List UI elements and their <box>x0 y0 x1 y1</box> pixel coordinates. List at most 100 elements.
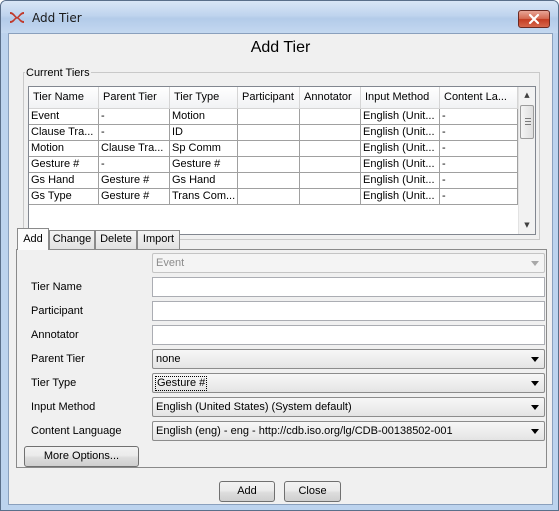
column-header[interactable]: Input Method <box>361 87 440 109</box>
table-cell: Event <box>29 109 99 125</box>
table-scrollbar[interactable]: ▲ ▼ <box>518 87 535 234</box>
current-tiers-label: Current Tiers <box>25 67 91 79</box>
column-header[interactable]: Tier Type <box>170 87 238 109</box>
table-cell: Motion <box>170 109 238 125</box>
elan-app-icon <box>10 12 24 23</box>
table-cell: - <box>440 125 518 141</box>
table-row[interactable]: Gesture # - Gesture # English (Unit... - <box>29 157 518 173</box>
table-cell: English (Unit... <box>361 189 440 205</box>
table-row[interactable]: Event - Motion English (Unit... - <box>29 109 518 125</box>
table-cell: English (Unit... <box>361 173 440 189</box>
table-cell: - <box>440 141 518 157</box>
chevron-down-icon <box>531 261 539 266</box>
column-header[interactable]: Content La... <box>440 87 518 109</box>
table-cell: - <box>440 173 518 189</box>
table-cell: - <box>440 189 518 205</box>
content-language-value: English (eng) - eng - http://cdb.iso.org… <box>156 425 453 437</box>
participant-label: Participant <box>31 305 83 317</box>
tier-selector-value: Event <box>156 257 185 269</box>
annotator-input[interactable] <box>152 325 545 345</box>
table-cell <box>300 157 361 173</box>
tab-import[interactable]: Import <box>137 230 180 249</box>
tier-type-dropdown[interactable]: Gesture # <box>152 373 545 393</box>
table-cell: Gesture # <box>29 157 99 173</box>
title-bar[interactable]: Add Tier <box>1 1 558 33</box>
table-cell: Motion <box>29 141 99 157</box>
tier-selector-dropdown: Event <box>152 253 545 273</box>
table-cell: - <box>99 125 170 141</box>
content-language-dropdown[interactable]: English (eng) - eng - http://cdb.iso.org… <box>152 421 545 441</box>
table-header: Tier Name Parent Tier Tier Type Particip… <box>29 87 518 109</box>
chevron-down-icon <box>531 357 539 362</box>
tier-type-label: Tier Type <box>31 377 77 389</box>
content-language-label: Content Language <box>31 425 122 437</box>
table-cell: - <box>99 109 170 125</box>
table-cell: English (Unit... <box>361 141 440 157</box>
table-cell <box>300 173 361 189</box>
table-cell: Gs Type <box>29 189 99 205</box>
table-cell <box>300 109 361 125</box>
window-close-button[interactable] <box>518 10 550 28</box>
table-cell <box>238 189 300 205</box>
tab-delete[interactable]: Delete <box>95 230 137 249</box>
grip-line <box>525 118 531 119</box>
scrollbar-thumb[interactable] <box>520 105 534 139</box>
table-row[interactable]: Gs Hand Gesture # Gs Hand English (Unit.… <box>29 173 518 189</box>
grip-line <box>525 124 531 125</box>
add-tab-panel: Event Tier Name Participant Annotator Pa… <box>16 249 547 468</box>
scroll-down-icon[interactable]: ▼ <box>519 217 535 234</box>
table-row[interactable]: Motion Clause Tra... Sp Comm English (Un… <box>29 141 518 157</box>
column-header[interactable]: Tier Name <box>29 87 99 109</box>
tier-name-label: Tier Name <box>31 281 82 293</box>
close-icon <box>528 13 540 25</box>
tab-change[interactable]: Change <box>49 230 95 249</box>
table-cell: Gesture # <box>99 189 170 205</box>
annotator-label: Annotator <box>31 329 79 341</box>
table-cell: Gesture # <box>99 173 170 189</box>
more-options-button[interactable]: More Options... <box>24 446 139 467</box>
close-button[interactable]: Close <box>284 481 341 502</box>
table-cell: English (Unit... <box>361 109 440 125</box>
table-cell: Gesture # <box>170 157 238 173</box>
table-cell: - <box>440 109 518 125</box>
input-method-label: Input Method <box>31 401 96 413</box>
table-cell: - <box>99 157 170 173</box>
input-method-value: English (United States) (System default) <box>156 401 352 413</box>
tab-add[interactable]: Add <box>17 228 49 250</box>
current-tiers-table[interactable]: Tier Name Parent Tier Tier Type Particip… <box>28 86 536 235</box>
table-cell <box>238 125 300 141</box>
dialog-window: Add Tier Add Tier Current Tiers Tier Nam… <box>0 0 559 511</box>
chevron-down-icon <box>531 429 539 434</box>
table-row[interactable]: Gs Type Gesture # Trans Com... English (… <box>29 189 518 205</box>
table-cell: Clause Tra... <box>29 125 99 141</box>
dialog-content: Add Tier Current Tiers Tier Name Parent … <box>8 33 553 505</box>
table-cell <box>238 157 300 173</box>
column-header[interactable]: Annotator <box>300 87 361 109</box>
table-cell: Gs Hand <box>170 173 238 189</box>
table-row[interactable]: Clause Tra... - ID English (Unit... - <box>29 125 518 141</box>
table-cell <box>300 125 361 141</box>
table-cell <box>238 141 300 157</box>
tier-name-input[interactable] <box>152 277 545 297</box>
table-cell: - <box>440 157 518 173</box>
table-cell <box>300 189 361 205</box>
table-cell <box>300 141 361 157</box>
scroll-up-icon[interactable]: ▲ <box>519 87 535 104</box>
parent-tier-dropdown[interactable]: none <box>152 349 545 369</box>
chevron-down-icon <box>531 381 539 386</box>
add-button[interactable]: Add <box>219 481 275 502</box>
table-cell: English (Unit... <box>361 157 440 173</box>
participant-input[interactable] <box>152 301 545 321</box>
dialog-heading: Add Tier <box>250 39 311 56</box>
parent-tier-value: none <box>156 353 181 365</box>
table-cell: Trans Com... <box>170 189 238 205</box>
chevron-down-icon <box>531 405 539 410</box>
table-cell: ID <box>170 125 238 141</box>
table-cell: Sp Comm <box>170 141 238 157</box>
column-header[interactable]: Parent Tier <box>99 87 170 109</box>
column-header[interactable]: Participant <box>238 87 300 109</box>
table-cell: Gs Hand <box>29 173 99 189</box>
tier-type-value: Gesture # <box>155 376 208 391</box>
input-method-dropdown[interactable]: English (United States) (System default) <box>152 397 545 417</box>
table-cell <box>238 109 300 125</box>
